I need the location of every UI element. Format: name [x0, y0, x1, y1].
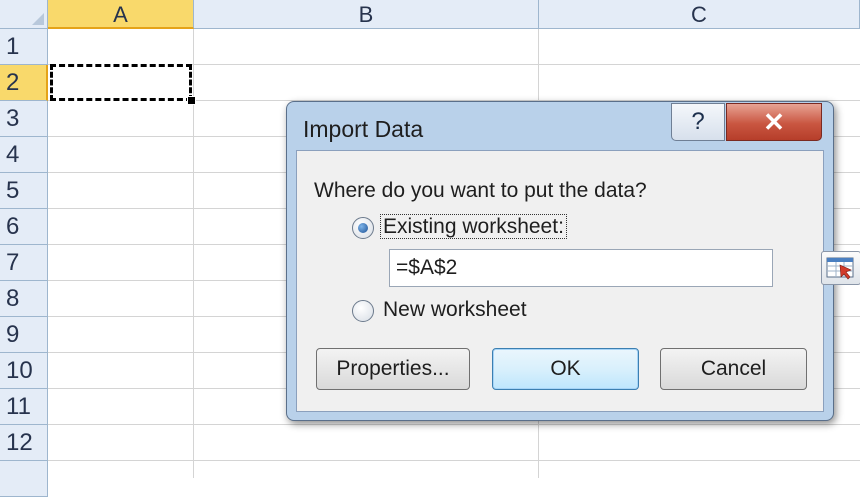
dialog-title: Import Data	[303, 116, 424, 142]
gridline	[48, 424, 860, 425]
row-header-5[interactable]: 5	[0, 173, 48, 209]
column-header-b[interactable]: B	[194, 0, 539, 29]
row-header-10[interactable]: 10	[0, 353, 48, 389]
new-worksheet-label[interactable]: New worksheet	[383, 298, 527, 322]
reference-input[interactable]: =$A$2	[389, 249, 860, 287]
ok-button[interactable]: OK	[492, 348, 639, 390]
existing-worksheet-radio[interactable]	[352, 217, 374, 239]
new-worksheet-radio[interactable]	[352, 300, 374, 322]
select-all-corner[interactable]	[0, 0, 48, 29]
import-data-dialog: Import Data ? ✕ Where do you want to put…	[286, 101, 860, 421]
help-button[interactable]: ?	[671, 103, 725, 141]
close-icon: ✕	[763, 107, 785, 137]
column-header-a[interactable]: A	[48, 0, 194, 29]
collapse-dialog-icon	[826, 257, 854, 280]
row-header-4[interactable]: 4	[0, 137, 48, 173]
row-header-11[interactable]: 11	[0, 389, 48, 425]
row-header-6[interactable]: 6	[0, 209, 48, 245]
existing-worksheet-label[interactable]: Existing worksheet:	[380, 214, 567, 239]
row-header-7[interactable]: 7	[0, 245, 48, 281]
column-header-c[interactable]: C	[539, 0, 860, 29]
question-mark-icon: ?	[691, 108, 705, 135]
radio-selected-dot	[358, 223, 368, 233]
cancel-button[interactable]: Cancel	[660, 348, 807, 390]
placement-question: Where do you want to put the data?	[314, 179, 647, 202]
row-header-3[interactable]: 3	[0, 101, 48, 137]
dialog-body: Where do you want to put the data? Exist…	[296, 150, 860, 412]
fill-handle[interactable]	[187, 96, 196, 105]
close-button[interactable]: ✕	[726, 103, 822, 141]
row-header-2[interactable]: 2	[0, 65, 48, 101]
row-header-9[interactable]: 9	[0, 317, 48, 353]
row-header-1[interactable]: 1	[0, 29, 48, 65]
selected-cell-a2[interactable]	[50, 64, 192, 101]
select-all-triangle	[32, 13, 44, 25]
row-header-12[interactable]: 12	[0, 425, 48, 461]
existing-worksheet-text: Existing worksheet:	[380, 214, 567, 239]
properties-button[interactable]: Properties...	[316, 348, 470, 390]
reference-value: =$A$2	[396, 256, 458, 279]
gridline	[48, 460, 860, 461]
row-header-8[interactable]: 8	[0, 281, 48, 317]
row-header-13-partial[interactable]	[0, 461, 48, 497]
collapse-dialog-button[interactable]	[821, 251, 860, 285]
